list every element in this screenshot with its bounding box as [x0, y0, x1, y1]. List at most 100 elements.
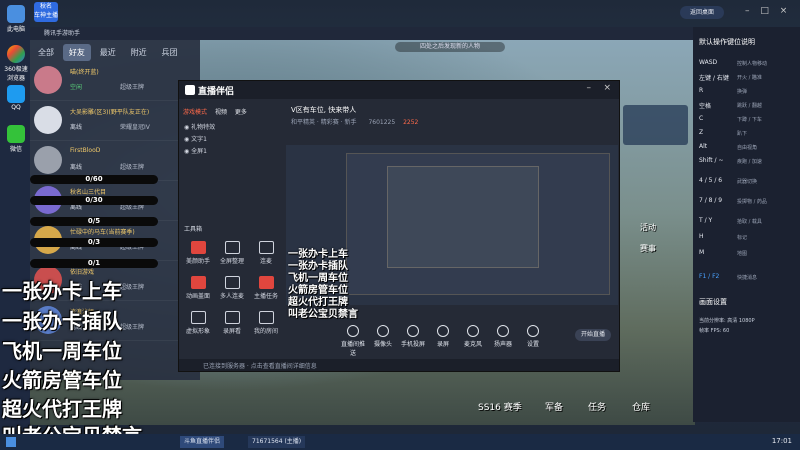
close-icon[interactable]: ×: [780, 6, 788, 16]
camera-icon: [377, 325, 389, 337]
friend-row[interactable]: 大吴影雕(区3)(野平队友正在) 离线 荣耀皇冠IV: [30, 102, 200, 141]
room-tags: 和平精英 · 精彩赛 · 新手 7601225 2252: [291, 119, 419, 126]
wechat-icon[interactable]: 微信: [4, 125, 28, 153]
avatar: [34, 66, 62, 94]
tool-label: 主播任务: [253, 293, 278, 300]
qq-icon[interactable]: QQ: [4, 85, 28, 111]
hud-right-label: 活动: [640, 223, 656, 232]
game-banner: 四处之后发现新的人物: [395, 42, 505, 52]
friend-rank: 超级王牌: [120, 84, 145, 91]
friend-row[interactable]: 喵(终开蓝) 空闲 超级王牌: [30, 62, 200, 101]
hud-tasks[interactable]: 任务: [588, 400, 606, 413]
close-icon[interactable]: ×: [603, 83, 611, 93]
toolbar-button[interactable]: 摄像头: [369, 325, 397, 348]
overlay-text: 一张办卡插队: [2, 309, 122, 333]
tool-button[interactable]: 全屏整理: [217, 241, 247, 265]
taskbar-item[interactable]: 斗鱼直播伴侣: [180, 436, 225, 448]
record-icon: [437, 325, 449, 337]
hud-right-label: 赛事: [640, 244, 656, 253]
room-tag[interactable]: 新手: [345, 119, 357, 126]
minimize-icon[interactable]: –: [587, 83, 592, 93]
tools-label: 工具箱: [184, 226, 203, 233]
avatar: [34, 106, 62, 134]
scene-item[interactable]: ◉ 礼物特效: [184, 122, 215, 131]
streamer-titlebar: 直播伴侣 – ×: [179, 81, 619, 99]
help-desc: 自由视角: [737, 145, 758, 151]
toolbar-button[interactable]: 扬声器: [489, 325, 517, 348]
start-live-button[interactable]: 开始直播: [575, 329, 611, 341]
help-key: 左键 / 右键: [699, 75, 729, 82]
friend-status: 空闲: [70, 84, 83, 91]
hud-right-button[interactable]: [623, 105, 688, 145]
progress-label: 0/3: [87, 238, 101, 246]
tool-button[interactable]: 美颜助手: [183, 241, 213, 265]
scene-item[interactable]: ◉ 文字1: [184, 134, 207, 143]
tab-game-mode[interactable]: 游戏模式: [183, 109, 207, 116]
friend-name: FirstBlooD: [70, 147, 101, 154]
scene-label: 文字1: [191, 136, 207, 143]
toolbar-button[interactable]: 设置: [519, 325, 547, 348]
toolbar-icon: [347, 325, 359, 337]
room-tag[interactable]: 和平精英: [291, 119, 315, 126]
hud-armory[interactable]: 军备: [545, 400, 563, 413]
help-desc: 拾取 / 载具: [737, 219, 762, 225]
tool-button[interactable]: 主播任务: [251, 276, 281, 300]
hud-right-button[interactable]: 赛事: [640, 243, 656, 254]
friend-rank: 超级王牌: [120, 324, 145, 331]
this-pc-icon[interactable]: 此电脑: [4, 5, 28, 33]
toolbar-button[interactable]: 手机投屏: [399, 325, 427, 348]
tab-video[interactable]: 视频: [215, 109, 227, 116]
tool-button[interactable]: 虚拟形象: [183, 311, 213, 335]
progress-bar: 0/60: [30, 175, 158, 184]
help-desc: 控制人物移动: [737, 61, 768, 67]
tool-button[interactable]: 录屏看: [217, 311, 247, 335]
overlay-text: 一张办卡上车: [2, 279, 122, 303]
help-key: H: [699, 233, 704, 240]
toolbar-button[interactable]: 录屏: [429, 325, 457, 348]
toolbar-button[interactable]: 麦克风: [459, 325, 487, 348]
tab-all[interactable]: 全部: [32, 44, 60, 61]
help-key: F1 / F2: [699, 273, 720, 280]
avatar: [34, 146, 62, 174]
toolbar-button[interactable]: 直播间推送: [339, 325, 367, 357]
tab-recent[interactable]: 最近: [94, 44, 122, 61]
scene-item[interactable]: ◉ 全屏1: [184, 146, 207, 155]
help-key: 4 / 5 / 6: [699, 177, 723, 184]
section-title: 画面设置: [699, 298, 727, 306]
tool-button[interactable]: 连麦: [251, 241, 281, 265]
tab-nearby[interactable]: 附近: [125, 44, 153, 61]
desktop-icon-label: 此电脑: [6, 26, 25, 33]
browser-icon[interactable]: 360极速浏览器: [4, 45, 28, 82]
fps-text: 帧率 FPS: 60: [699, 328, 730, 334]
help-desc: 疾跑 / 加速: [737, 159, 762, 165]
tab-friends[interactable]: 好友: [62, 44, 91, 61]
hud-right-button[interactable]: 活动: [640, 222, 656, 233]
badge-line: 车神主播: [34, 12, 59, 19]
hud-warehouse[interactable]: 仓库: [632, 400, 650, 413]
season-label[interactable]: SS16 赛季: [478, 400, 522, 413]
friend-status: 离线: [70, 124, 83, 131]
tool-label: 动画盖面: [185, 293, 210, 300]
tool-button[interactable]: 动画盖面: [183, 276, 213, 300]
help-desc: 投掷物 / 药品: [737, 199, 767, 205]
tool-label: 虚拟形象: [185, 328, 210, 335]
room-tag[interactable]: 精彩赛: [321, 119, 339, 126]
minimize-icon[interactable]: –: [745, 6, 750, 16]
tab-more[interactable]: 更多: [235, 109, 247, 116]
maximize-icon[interactable]: □: [760, 6, 769, 16]
tool-button[interactable]: 多人连麦: [217, 276, 247, 300]
speaker-icon: [497, 325, 509, 337]
friend-status: 离线: [70, 164, 83, 171]
tab-legion[interactable]: 兵团: [156, 44, 184, 61]
preview-inner-2: [387, 166, 539, 268]
tool-button[interactable]: 我的房间: [251, 311, 281, 335]
help-key: 7 / 8 / 9: [699, 197, 723, 204]
friend-name: 忙碌中的马车(当前赛季): [70, 229, 135, 236]
return-desktop-button[interactable]: 返回桌面: [680, 6, 724, 19]
progress-bar: 0/30: [30, 196, 158, 205]
microphone-icon: [467, 325, 479, 337]
taskbar-item[interactable]: 71671564 (主播): [248, 436, 306, 448]
help-key: 空格: [699, 103, 712, 110]
start-icon[interactable]: [6, 437, 16, 447]
toolbar-label: 手机投屏: [400, 341, 425, 348]
